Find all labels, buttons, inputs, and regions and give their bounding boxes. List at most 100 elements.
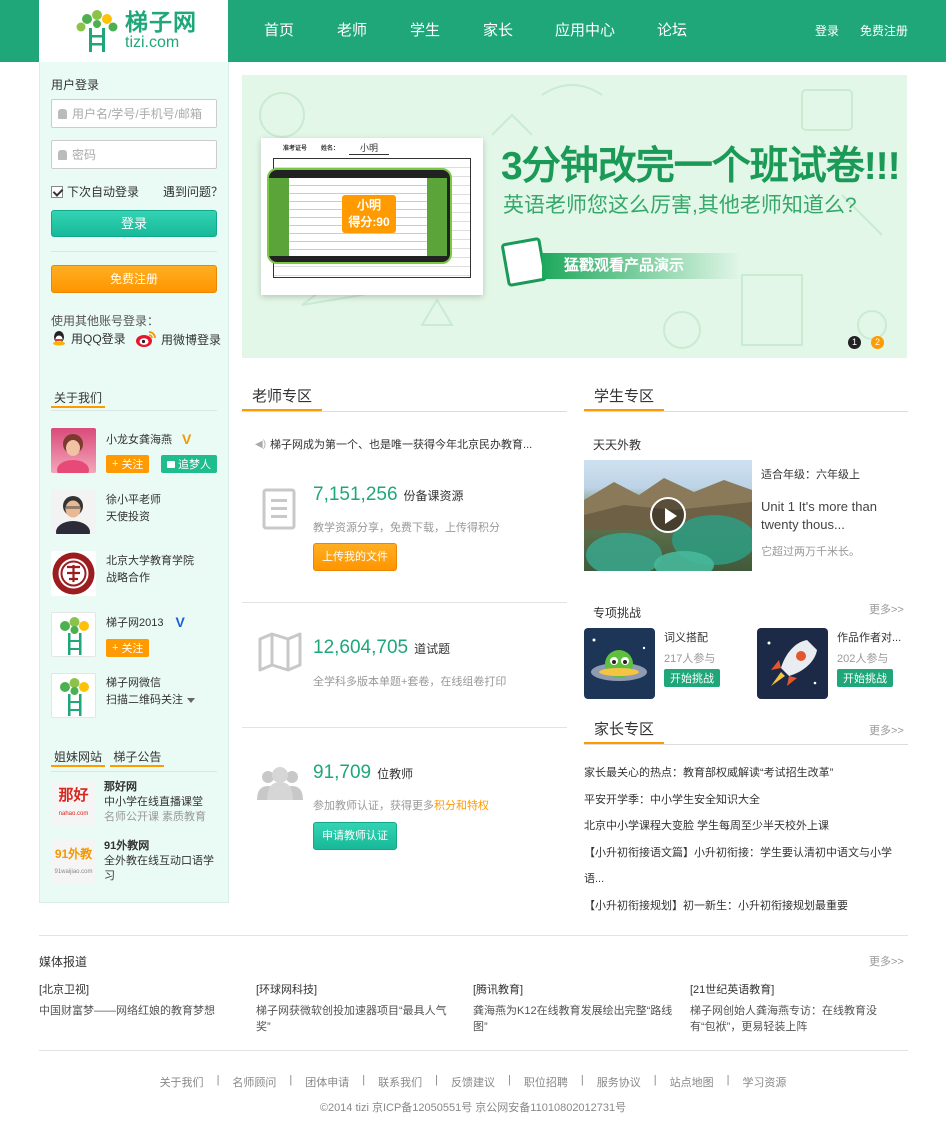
sister-site-name[interactable]: 那好网 — [104, 780, 216, 795]
avatar[interactable] — [51, 489, 96, 534]
91waijiao-logo[interactable]: 91外教 91waijiao.com — [51, 839, 96, 884]
ufo-challenge-icon[interactable] — [584, 628, 655, 699]
weibo-login-link[interactable]: 用微博登录 — [135, 330, 221, 348]
login-title: 用户登录 — [51, 78, 100, 92]
pku-seal-icon[interactable] — [51, 551, 96, 596]
91waijiao-logo-text: 91外教 — [54, 847, 93, 861]
header-login-link[interactable]: 登录 — [815, 0, 839, 62]
nav-parent[interactable]: 家长 — [476, 0, 520, 62]
footer-link[interactable]: 团体申请 — [305, 1074, 349, 1090]
follow-label: 关注 — [121, 643, 144, 655]
remember-checkbox[interactable] — [51, 185, 63, 198]
dream-button[interactable]: 追梦人 — [161, 455, 217, 473]
nav-student[interactable]: 学生 — [374, 0, 476, 62]
rocket-challenge-icon[interactable] — [757, 628, 828, 699]
login-problem-link[interactable]: 遇到问题？ — [163, 183, 223, 200]
nahao-logo-text: 那好 — [58, 787, 89, 804]
upload-file-button[interactable]: 上传我的文件 — [313, 543, 397, 571]
username-field[interactable]: 用户名/学号/手机号/邮箱 — [51, 99, 217, 128]
verified-v-icon: V — [182, 431, 192, 447]
daily-foreign-teacher-title: 天天外教 — [593, 438, 642, 452]
follow-button[interactable]: + 关注 — [106, 639, 150, 657]
paper-header: 姓名： — [321, 146, 340, 152]
register-button[interactable]: 免费注册 — [51, 265, 217, 293]
nav-forum[interactable]: 论坛 — [650, 0, 694, 62]
follow-button[interactable]: + 关注 — [106, 455, 150, 473]
paper-name: 小明 — [349, 141, 389, 155]
media-article-link[interactable]: 梯子网创始人龚海燕专访：在线教育没有“包袱”，更易轻装上阵 — [690, 1003, 890, 1035]
slide-dot-2[interactable]: 2 — [871, 336, 884, 349]
news-item[interactable]: 【小升初衔接规划】初一新生：小升初衔接规划最重要 — [584, 893, 908, 920]
nav-home[interactable]: 首页 — [228, 0, 330, 62]
video-thumbnail[interactable] — [584, 460, 752, 571]
footer-link[interactable]: 职位招聘 — [524, 1074, 568, 1090]
footer-link[interactable]: 学习资源 — [742, 1074, 786, 1090]
sister-site-name[interactable]: 91外教网 — [104, 839, 216, 854]
qq-icon — [53, 331, 65, 346]
caret-down-icon[interactable] — [187, 698, 195, 703]
challenge-count: 202人参与 — [837, 653, 889, 665]
parent-zone-title-text[interactable]: 家长专区 — [584, 717, 665, 744]
tab-announcements[interactable]: 梯子公告 — [110, 748, 165, 767]
footer-link[interactable]: 站点地图 — [670, 1074, 714, 1090]
parent-more-link[interactable]: 更多>> — [869, 722, 904, 738]
weibo-login-label: 用微博登录 — [161, 332, 222, 347]
tab-sister-sites[interactable]: 姐妹网站 — [51, 748, 106, 767]
media-more-link[interactable]: 更多>> — [869, 953, 904, 969]
news-item[interactable]: 平安开学季：中小学生安全知识大全 — [584, 787, 908, 814]
person-name[interactable]: 梯子网2013 — [106, 614, 163, 630]
footer-link[interactable]: 联系我们 — [378, 1074, 422, 1090]
media-article-link[interactable]: 中国财富梦——网络红娘的教育梦想 — [39, 1003, 239, 1019]
play-icon[interactable] — [650, 497, 686, 533]
qq-login-link[interactable]: 用QQ登录 — [51, 330, 126, 347]
slide-dot-1[interactable]: 1 — [848, 336, 861, 349]
tizi-tree-icon[interactable] — [51, 673, 96, 718]
start-challenge-button[interactable]: 开始挑战 — [664, 669, 720, 687]
news-item[interactable]: 家长最关心的热点：教育部权威解读“考试招生改革” — [584, 760, 908, 787]
other-login-label: 使用其他账号登录： — [51, 314, 160, 328]
lesson-title[interactable]: Unit 1 It's more than twenty thous... — [761, 498, 901, 534]
challenge-name[interactable]: 作品作者对... — [837, 629, 901, 645]
sister-tabs: 姐妹网站 梯子公告 — [51, 748, 217, 772]
challenge-more-link[interactable]: 更多>> — [869, 601, 904, 617]
promo-banner[interactable]: 准考证号 姓名： 小明 小明 得分:90 3分钟改完一个班试卷!!! 英语老师您… — [242, 75, 907, 358]
media-article-link[interactable]: 梯子网获微软创投加速器项目“最具人气奖” — [256, 1003, 456, 1035]
person-name[interactable]: 梯子网微信 — [106, 675, 195, 692]
footer-link[interactable]: 反馈建议 — [451, 1074, 495, 1090]
apply-cert-button[interactable]: 申请教师认证 — [313, 822, 397, 850]
password-field[interactable]: 密码 — [51, 140, 217, 169]
qq-login-label: 用QQ登录 — [71, 332, 126, 346]
sister-site-desc: 全外教在线互动口语学习 — [104, 855, 214, 882]
student-zone-title-text[interactable]: 学生专区 — [584, 384, 665, 411]
demo-cta[interactable]: 猛戳观看产品演示 — [542, 253, 742, 279]
nav-teacher[interactable]: 老师 — [330, 0, 374, 62]
challenge-name[interactable]: 词义搭配 — [664, 629, 708, 645]
news-item[interactable]: 【小升初衔接语文篇】小升初衔接：学生要认清初中语文与小学语... — [584, 840, 908, 893]
person-name[interactable]: 徐小平老师 — [106, 492, 161, 509]
nav-app-center[interactable]: 应用中心 — [520, 0, 650, 62]
follow-label: 关注 — [121, 459, 144, 471]
media-title: 媒体报道 — [39, 955, 88, 969]
teacher-zone-title-text[interactable]: 老师专区 — [242, 384, 323, 411]
points-privilege-link[interactable]: 积分和特权 — [434, 800, 489, 812]
person-name[interactable]: 小龙女龚海燕 — [106, 431, 172, 447]
about-title: 关于我们 — [51, 389, 217, 411]
start-challenge-button[interactable]: 开始挑战 — [837, 669, 893, 687]
teacher-notice[interactable]: ◀) 梯子网成为第一个、也是唯一获得今年北京民办教育... — [255, 436, 532, 452]
news-item[interactable]: 北京中小学课程大变脸 学生每周至少半天校外上课 — [584, 813, 908, 840]
avatar[interactable] — [51, 428, 96, 473]
header-register-link[interactable]: 免费注册 — [860, 0, 908, 62]
media-article-link[interactable]: 龚海燕为K12在线教育发展绘出完整“路线图” — [473, 1003, 673, 1035]
paper-header: 准考证号 — [283, 146, 308, 152]
nahao-logo[interactable]: 那好 nahao.com — [51, 781, 96, 826]
footer-link[interactable]: 关于我们 — [160, 1074, 204, 1090]
teacher-notice-text: 梯子网成为第一个、也是唯一获得今年北京民办教育... — [270, 439, 533, 451]
logo[interactable]: 梯子网 tizi.com — [39, 0, 228, 62]
person-name[interactable]: 北京大学教育学院 — [106, 553, 194, 570]
footer-link[interactable]: 服务协议 — [597, 1074, 641, 1090]
main-nav: 首页 老师 学生 家长 应用中心 论坛 — [228, 0, 694, 62]
login-button[interactable]: 登录 — [51, 210, 217, 237]
question-unit: 道试题 — [414, 642, 451, 656]
footer-link[interactable]: 名师顾问 — [232, 1074, 276, 1090]
tizi-tree-icon[interactable] — [51, 612, 96, 657]
